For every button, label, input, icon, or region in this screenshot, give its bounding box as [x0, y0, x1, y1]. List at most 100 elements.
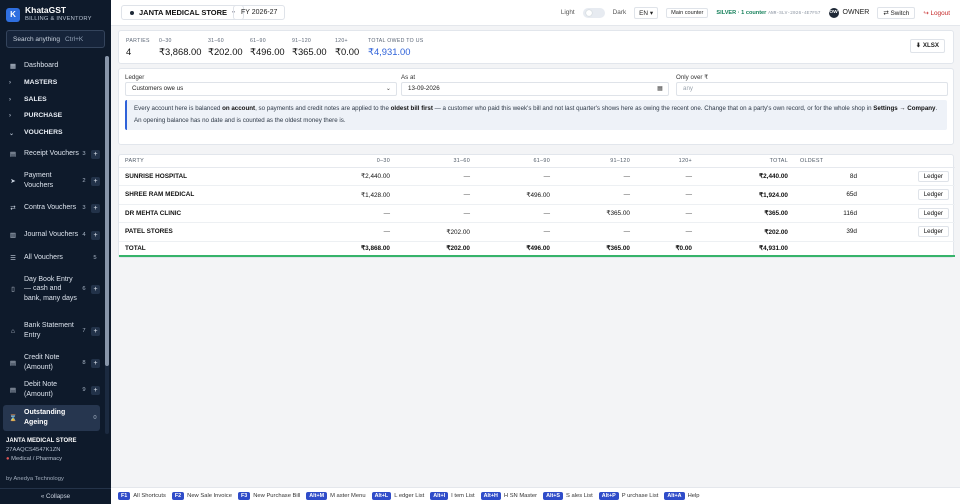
- summary-label: 91–120: [292, 38, 312, 44]
- total-bucket-120-plus: ₹0.00: [636, 240, 698, 257]
- sidebar-item-label: Day Book Entry — cash and bank, many day…: [24, 275, 77, 302]
- sidebar-item-payment-vouchers[interactable]: ➤ Payment Vouchers 2 +: [3, 171, 100, 191]
- sidebar-search-input[interactable]: Search anything Ctrl+K: [6, 30, 105, 48]
- shortcut-master-menu[interactable]: Alt+M M aster Menu: [306, 492, 366, 500]
- add-contra-voucher-button[interactable]: +: [91, 203, 100, 213]
- shortcut-item-list[interactable]: Alt+I I tem List: [430, 492, 475, 500]
- sidebar-item-outstanding-ageing[interactable]: ⌛ Outstanding Ageing 0: [3, 405, 100, 431]
- shortcut-label: All Shortcuts: [133, 493, 166, 499]
- summary-total: TOTAL OWED TO US ₹4,931.00: [368, 38, 424, 58]
- chevron-right-icon: ›: [9, 113, 11, 119]
- sidebar-group-purchase[interactable]: › PURCHASE: [3, 109, 100, 123]
- sidebar-group-sales[interactable]: › SALES: [3, 93, 100, 107]
- table-row: PATEL STORES — ₹202.00 — — — ₹202.00 39d…: [119, 222, 955, 242]
- shortcut-label: M aster Menu: [330, 493, 366, 499]
- shortcut-label: H SN Master: [503, 493, 538, 499]
- oldest-cell: 8d: [794, 167, 863, 186]
- open-ledger-button[interactable]: Ledger: [917, 226, 949, 238]
- column-header: PARTY: [119, 155, 334, 168]
- row-total-cell: ₹2,440.00: [698, 167, 794, 186]
- sidebar-item-contra-vouchers[interactable]: ⇄ Contra Vouchers 3 +: [3, 198, 100, 218]
- bucket-91-120-cell: —: [556, 167, 636, 186]
- shortcut-new-purchase-bill[interactable]: F3 New Purchase Bill: [237, 492, 300, 500]
- sidebar-item-day-book-entry[interactable]: ▯ Day Book Entry — cash and bank, many d…: [3, 269, 100, 309]
- shortcut-purchase-list[interactable]: Alt+P P urchase List: [598, 492, 658, 500]
- party-name: SHREE RAM MEDICAL: [119, 185, 334, 205]
- bucket-91-120-cell: —: [556, 185, 636, 205]
- export-xlsx-button[interactable]: ⬇ XLSX: [909, 39, 945, 53]
- ledger-filter-label: Ledger: [125, 74, 145, 81]
- shortcut-help[interactable]: Alt+A Help: [664, 492, 700, 500]
- column-header: [863, 155, 955, 168]
- theme-toggle[interactable]: [582, 7, 605, 18]
- open-ledger-button[interactable]: Ledger: [917, 207, 949, 219]
- store-switcher[interactable]: JANTA MEDICAL STORE ▾: [121, 5, 244, 20]
- ledger-select[interactable]: Customers owe us ⌄: [125, 82, 397, 96]
- summary-bucket-61-90: 61–90 ₹496.00: [250, 38, 285, 58]
- sidebar-group-label: SALES: [24, 96, 47, 104]
- language-selector[interactable]: EN ▾: [634, 6, 659, 19]
- summary-value: ₹496.00: [250, 46, 285, 57]
- add-debit-note-button[interactable]: +: [91, 385, 100, 395]
- sidebar-item-debit-note[interactable]: ▤ Debit Note (Amount) 9 +: [3, 380, 100, 400]
- bucket-91-120-cell: —: [556, 222, 636, 242]
- store-switcher-label: JANTA MEDICAL STORE: [139, 8, 228, 17]
- vendor-credit: by Anedya Technology: [6, 476, 64, 482]
- sidebar-group-vouchers[interactable]: ⌄ VOUCHERS: [3, 126, 100, 140]
- shortcut-sales-list[interactable]: Alt+S S ales List: [543, 492, 593, 500]
- add-payment-voucher-button[interactable]: +: [91, 176, 100, 186]
- note-emphasis: oldest bill first: [390, 105, 433, 112]
- counter-badge[interactable]: Main counter: [666, 7, 709, 18]
- sidebar-item-label: Payment Vouchers: [24, 172, 54, 189]
- add-journal-voucher-button[interactable]: +: [91, 230, 100, 240]
- bucket-31-60-cell: —: [396, 204, 476, 223]
- sidebar-item-dashboard[interactable]: ▦ Dashboard: [3, 59, 100, 73]
- sidebar-group-masters[interactable]: › MASTERS: [3, 76, 100, 90]
- shortcut-number: 3: [82, 205, 86, 211]
- transfer-icon: ⇄: [10, 205, 16, 212]
- summary-parties: PARTIES 4: [126, 38, 150, 57]
- shortcut-ledger-list[interactable]: Alt+L L edger List: [371, 492, 424, 500]
- sidebar-item-journal-vouchers[interactable]: ▥ Journal Vouchers 4 +: [3, 225, 100, 245]
- collapse-sidebar-button[interactable]: « Collapse: [0, 488, 111, 504]
- search-shortcut-hint: Ctrl+K: [64, 35, 84, 43]
- oldest-cell: 116d: [794, 204, 863, 223]
- sidebar-item-receipt-vouchers[interactable]: ▤ Receipt Vouchers 3 +: [3, 144, 100, 164]
- bucket-61-90-cell: ₹496.00: [476, 185, 556, 205]
- as-at-date-input[interactable]: 13-09-2026 ▦: [401, 82, 669, 96]
- add-credit-note-button[interactable]: +: [91, 358, 100, 368]
- license-code: ANR-SLV-2026-4E7F57: [768, 11, 821, 16]
- add-day-book-entry-button[interactable]: +: [91, 284, 100, 294]
- plan-badge: SILVER · 1 counter: [716, 10, 767, 16]
- calendar-icon[interactable]: ▦: [657, 83, 663, 95]
- logout-button[interactable]: ↪ Logout: [923, 9, 950, 17]
- shortcut-key: F2: [171, 492, 185, 500]
- sidebar-item-all-vouchers[interactable]: ☰ All Vouchers 5: [3, 252, 100, 263]
- add-bank-statement-entry-button[interactable]: +: [91, 326, 100, 336]
- shortcut-all-shortcuts[interactable]: F1 All Shortcuts: [118, 492, 166, 500]
- summary-bucket-31-60: 31–60 ₹202.00: [208, 38, 243, 58]
- only-over-amount-input[interactable]: any: [676, 82, 948, 96]
- switch-user-button[interactable]: ⇄ Switch: [877, 6, 916, 19]
- shortcut-hsn-master[interactable]: Alt+H H SN Master: [480, 492, 538, 500]
- sidebar-item-bank-statement-entry[interactable]: ⌂ Bank Statement Entry 7 +: [3, 316, 100, 346]
- open-ledger-button[interactable]: Ledger: [917, 189, 949, 201]
- receipt-icon: ▤: [9, 151, 17, 158]
- oldest-cell: 65d: [794, 185, 863, 205]
- sidebar-scrollbar-thumb[interactable]: [105, 56, 109, 366]
- brand: K KhataGST BILLING & INVENTORY: [6, 6, 92, 23]
- user-menu[interactable]: OW OWNER: [828, 7, 869, 18]
- oldest-cell: 39d: [794, 222, 863, 242]
- table-row: DR MEHTA CLINIC — — — ₹365.00 — ₹365.00 …: [119, 204, 955, 223]
- sidebar-item-label: Dashboard: [24, 62, 59, 70]
- shortcut-new-sale-invoice[interactable]: F2 New Sale Invoice: [171, 492, 232, 500]
- note-text: , so payments and credit notes are appli…: [255, 105, 391, 112]
- financial-year-selector[interactable]: FY 2026-27: [233, 5, 286, 20]
- open-ledger-button[interactable]: Ledger: [917, 170, 949, 182]
- add-receipt-voucher-button[interactable]: +: [91, 149, 100, 159]
- settings-company-link[interactable]: Settings → Company: [873, 105, 935, 112]
- allocation-info-note: Every account here is balanced on accoun…: [125, 100, 947, 130]
- ageing-table: PARTY 0–30 31–60 61–90 91–120 120+ TOTAL…: [119, 155, 955, 257]
- sidebar-item-credit-note[interactable]: ▤ Credit Note (Amount) 8 +: [3, 353, 100, 373]
- shortcut-number: 0: [93, 415, 97, 421]
